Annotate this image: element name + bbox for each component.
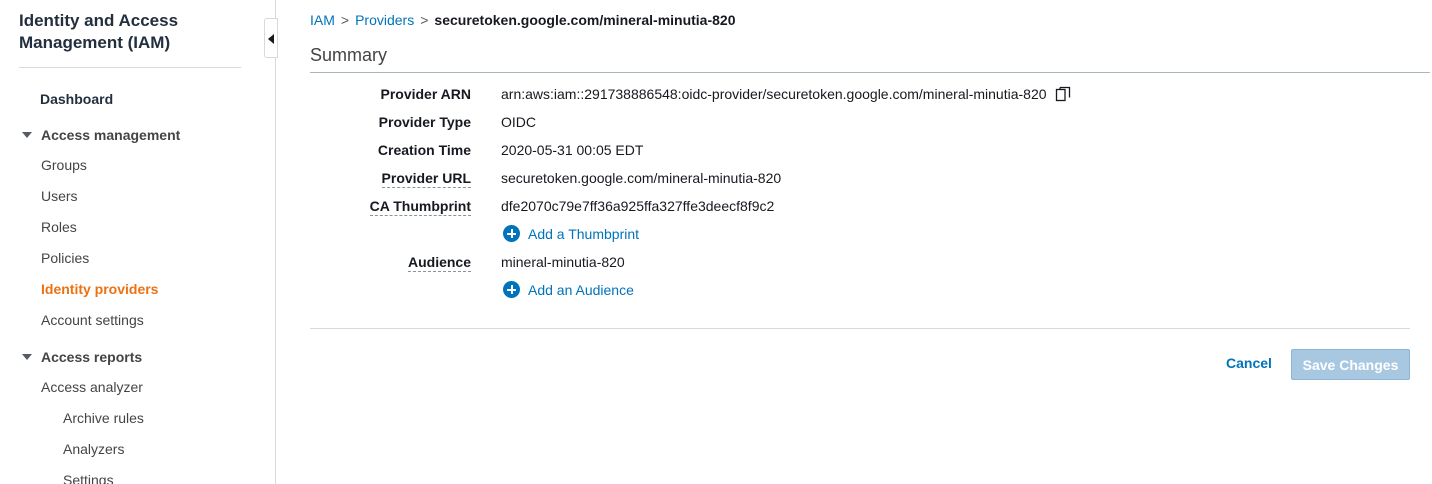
add-thumbprint-label: Add a Thumbprint xyxy=(528,225,640,242)
ca-thumbprint-label[interactable]: CA Thumbprint xyxy=(369,198,471,216)
caret-down-icon xyxy=(22,354,32,360)
sidebar-divider xyxy=(19,67,241,68)
sidebar-collapse-button[interactable] xyxy=(264,18,278,58)
provider-arn-text: arn:aws:iam::291738886548:oidc-provider/… xyxy=(501,86,1047,102)
creation-time-value: 2020-05-31 00:05 EDT xyxy=(501,142,644,158)
iam-console: Identity and Access Management (IAM) Das… xyxy=(0,0,1432,484)
sidebar-item-groups[interactable]: Groups xyxy=(41,157,87,173)
add-audience-link[interactable]: Add an Audience xyxy=(503,281,634,298)
plus-circle-icon xyxy=(503,225,520,242)
add-audience-label: Add an Audience xyxy=(528,281,634,298)
sidebar-item-users[interactable]: Users xyxy=(41,188,78,204)
sidebar-item-dashboard[interactable]: Dashboard xyxy=(40,91,113,107)
provider-arn-value: arn:aws:iam::291738886548:oidc-provider/… xyxy=(501,86,1071,105)
sidebar-item-account-settings[interactable]: Account settings xyxy=(41,312,144,328)
provider-arn-label: Provider ARN xyxy=(380,86,471,102)
collapse-left-icon xyxy=(268,34,274,44)
provider-url-value: securetoken.google.com/mineral-minutia-8… xyxy=(501,170,782,186)
sidebar-item-access-analyzer[interactable]: Access analyzer xyxy=(41,379,143,395)
sidebar-item-roles[interactable]: Roles xyxy=(41,219,77,235)
breadcrumb-providers-link[interactable]: Providers xyxy=(355,12,414,28)
sidebar-item-identity-providers[interactable]: Identity providers xyxy=(41,281,158,297)
provider-url-label[interactable]: Provider URL xyxy=(381,170,471,188)
save-changes-button[interactable]: Save Changes xyxy=(1291,349,1410,380)
sidebar-item-settings[interactable]: Settings xyxy=(63,472,114,484)
breadcrumb-current: securetoken.google.com/mineral-minutia-8… xyxy=(434,12,736,28)
sidebar-section-access-management[interactable]: Access management xyxy=(22,127,180,143)
cancel-button[interactable]: Cancel xyxy=(1226,355,1272,371)
breadcrumb-separator: > xyxy=(340,12,350,28)
copy-icon[interactable] xyxy=(1055,86,1071,105)
provider-type-value: OIDC xyxy=(501,114,536,130)
caret-down-icon xyxy=(22,132,32,138)
creation-time-label: Creation Time xyxy=(377,142,471,158)
sidebar-item-analyzers[interactable]: Analyzers xyxy=(63,441,124,457)
actions-divider xyxy=(310,328,1410,329)
sidebar-item-policies[interactable]: Policies xyxy=(41,250,89,266)
sidebar-section-access-reports[interactable]: Access reports xyxy=(22,349,142,365)
sidebar-section-label: Access reports xyxy=(41,349,143,365)
audience-value: mineral-minutia-820 xyxy=(501,254,625,270)
breadcrumb-separator: > xyxy=(420,12,429,28)
summary-heading: Summary xyxy=(310,45,388,65)
breadcrumb: IAM > Providers > securetoken.google.com/min… xyxy=(310,12,736,28)
breadcrumb-iam-link[interactable]: IAM xyxy=(310,12,335,28)
sidebar-section-label: Access management xyxy=(41,127,181,143)
ca-thumbprint-value: dfe2070c79e7ff36a925ffa327ffe3deecf8f9c2 xyxy=(501,198,775,214)
audience-label[interactable]: Audience xyxy=(407,254,471,272)
plus-circle-icon xyxy=(503,281,520,298)
summary-divider xyxy=(310,72,1430,73)
sidebar: Identity and Access Management (IAM) Das… xyxy=(0,0,276,484)
sidebar-title: Identity and Access Management (IAM) xyxy=(19,11,179,52)
provider-type-label: Provider Type xyxy=(378,114,471,130)
add-thumbprint-link[interactable]: Add a Thumbprint xyxy=(503,225,639,242)
sidebar-item-archive-rules[interactable]: Archive rules xyxy=(63,410,144,426)
